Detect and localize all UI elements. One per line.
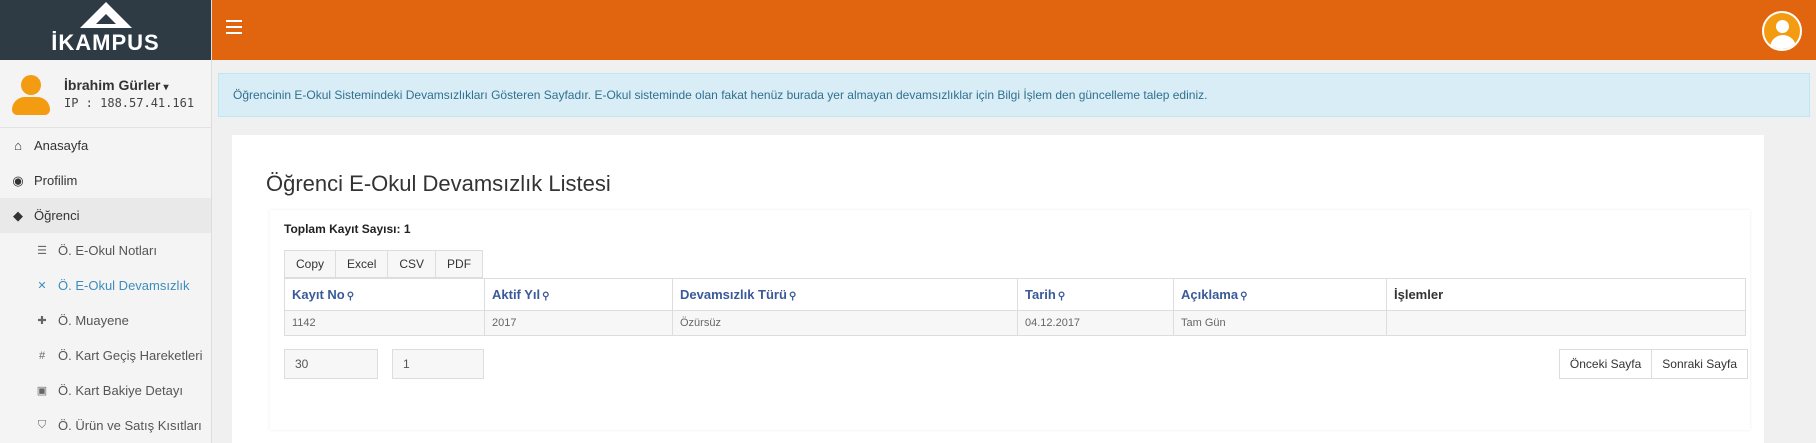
sidebar-item-kart-bakiye[interactable]: ▣ Ö. Kart Bakiye Detayı <box>0 373 211 408</box>
column-label: Tarih <box>1025 287 1056 302</box>
export-button-group: Copy Excel CSV PDF <box>284 250 484 278</box>
user-panel: İbrahim Gürler ▾ IP : 188.57.41.161 <box>0 60 211 128</box>
column-header-tarih[interactable]: Tarih ⚲ <box>1017 278 1174 311</box>
column-label: Devamsızlık Türü <box>680 287 787 302</box>
sidebar-item-eokul-notlari[interactable]: ☰ Ö. E-Okul Notları <box>0 233 211 268</box>
sidebar-item-label: Ö. Kart Geçiş Hareketleri <box>58 348 203 363</box>
sidebar: İKAMPUS İbrahim Gürler ▾ IP : 188.57.41.1… <box>0 0 212 443</box>
search-icon[interactable]: ⚲ <box>1240 291 1247 302</box>
info-text: Öğrencinin E-Okul Sistemindeki Devamsızl… <box>233 88 1208 102</box>
sidebar-item-label: Ö. Muayene <box>58 313 129 328</box>
user-avatar <box>10 73 52 115</box>
graduation-cap-icon: ◆ <box>13 207 23 223</box>
caret-down-icon: ▾ <box>163 82 169 93</box>
copy-button[interactable]: Copy <box>284 250 337 278</box>
column-header-islemler: İşlemler <box>1386 278 1746 311</box>
page-number-input[interactable]: 1 <box>392 349 484 379</box>
cell-kayit-no: 1142 <box>284 310 485 336</box>
sidebar-item-ogrenci[interactable]: ◆ Öğrenci <box>0 198 211 233</box>
column-label: Açıklama <box>1181 287 1239 302</box>
column-label: Kayıt No <box>292 287 345 302</box>
cell-tarih: 04.12.2017 <box>1017 310 1174 336</box>
column-header-kayit-no[interactable]: Kayıt No ⚲ <box>284 278 485 311</box>
pagination: Önceki Sayfa Sonraki Sayfa <box>1558 349 1748 379</box>
sidebar-item-label: Ö. E-Okul Devamsızlık <box>58 278 190 293</box>
top-user-avatar[interactable] <box>1762 11 1802 51</box>
sidebar-item-profilim[interactable]: ◉ Profilim <box>0 163 211 198</box>
shield-icon: ⛉ <box>37 419 47 431</box>
table-header-row: Kayıt No ⚲ Aktif Yıl ⚲ Devamsızlık Türü ⚲ T… <box>284 278 1746 311</box>
info-alert: Öğrencinin E-Okul Sistemindeki Devamsızl… <box>218 73 1810 117</box>
column-header-aciklama[interactable]: Açıklama ⚲ <box>1173 278 1387 311</box>
sidebar-item-label: Öğrenci <box>34 208 80 223</box>
search-icon[interactable]: ⚲ <box>1058 291 1065 302</box>
absence-table: Kayıt No ⚲ Aktif Yıl ⚲ Devamsızlık Türü ⚲ T… <box>284 278 1746 336</box>
page-title: Öğrenci E-Okul Devamsızlık Listesi <box>266 171 611 196</box>
close-icon: ✕ <box>37 280 47 292</box>
total-count: Toplam Kayıt Sayısı: 1 <box>284 222 411 236</box>
sidebar-item-label: Profilim <box>34 173 78 188</box>
grid-icon: # <box>38 349 46 362</box>
cell-devamsizlik-turu: Özürsüz <box>672 310 1018 336</box>
brand-name: İKAMPUS <box>51 30 160 55</box>
search-icon[interactable]: ⚲ <box>347 291 354 302</box>
list-box: Toplam Kayıt Sayısı: 1 Copy Excel CSV PD… <box>270 210 1750 430</box>
sidebar-item-anasayfa[interactable]: ⌂ Anasayfa <box>0 128 211 163</box>
table-row: 1142 2017 Özürsüz 04.12.2017 Tam Gün <box>284 310 1746 336</box>
sidebar-item-label: Ö. Ürün ve Satış Kısıtları <box>58 418 202 433</box>
cell-islemler <box>1386 310 1746 336</box>
next-page-button[interactable]: Sonraki Sayfa <box>1651 349 1748 379</box>
cell-aktif-yil: 2017 <box>484 310 673 336</box>
sidebar-item-label: Ö. Kart Bakiye Detayı <box>58 383 183 398</box>
top-navbar <box>212 0 1816 60</box>
column-label: Aktif Yıl <box>492 287 541 302</box>
column-header-devamsizlik-turu[interactable]: Devamsızlık Türü ⚲ <box>672 278 1018 311</box>
medical-icon: ✚ <box>37 315 47 327</box>
previous-page-button[interactable]: Önceki Sayfa <box>1558 349 1653 379</box>
search-icon[interactable]: ⚲ <box>789 291 796 302</box>
user-name: İbrahim Gürler <box>64 77 161 93</box>
user-ip: IP : 188.57.41.161 <box>64 96 195 110</box>
cell-aciklama: Tam Gün <box>1173 310 1387 336</box>
sidebar-menu: ⌂ Anasayfa ◉ Profilim ◆ Öğrenci ☰ Ö. E-O… <box>0 128 211 443</box>
excel-button[interactable]: Excel <box>335 250 389 278</box>
user-name-dropdown[interactable]: İbrahim Gürler ▾ <box>64 77 194 93</box>
csv-button[interactable]: CSV <box>387 250 437 278</box>
content-panel: Öğrenci E-Okul Devamsızlık Listesi Topla… <box>232 135 1764 443</box>
hamburger-menu-icon[interactable] <box>226 20 242 34</box>
mountain-logo-icon <box>79 2 132 28</box>
list-icon: ☰ <box>37 245 47 257</box>
pdf-button[interactable]: PDF <box>435 250 484 278</box>
sidebar-item-label: Anasayfa <box>34 138 89 153</box>
wallet-icon: ▣ <box>36 385 48 397</box>
page-size-input[interactable]: 30 <box>284 349 378 379</box>
brand-logo[interactable]: İKAMPUS <box>0 0 211 60</box>
home-icon: ⌂ <box>14 138 22 153</box>
sidebar-item-urun-satis[interactable]: ⛉ Ö. Ürün ve Satış Kısıtları <box>0 408 211 443</box>
profile-icon: ◉ <box>12 172 24 188</box>
sidebar-item-muayene[interactable]: ✚ Ö. Muayene <box>0 303 211 338</box>
sidebar-item-eokul-devamsizlik[interactable]: ✕ Ö. E-Okul Devamsızlık <box>0 268 211 303</box>
sidebar-item-kart-gecis[interactable]: # Ö. Kart Geçiş Hareketleri <box>0 338 211 373</box>
sidebar-item-label: Ö. E-Okul Notları <box>58 243 157 258</box>
column-header-aktif-yil[interactable]: Aktif Yıl ⚲ <box>484 278 673 311</box>
search-icon[interactable]: ⚲ <box>542 291 549 302</box>
